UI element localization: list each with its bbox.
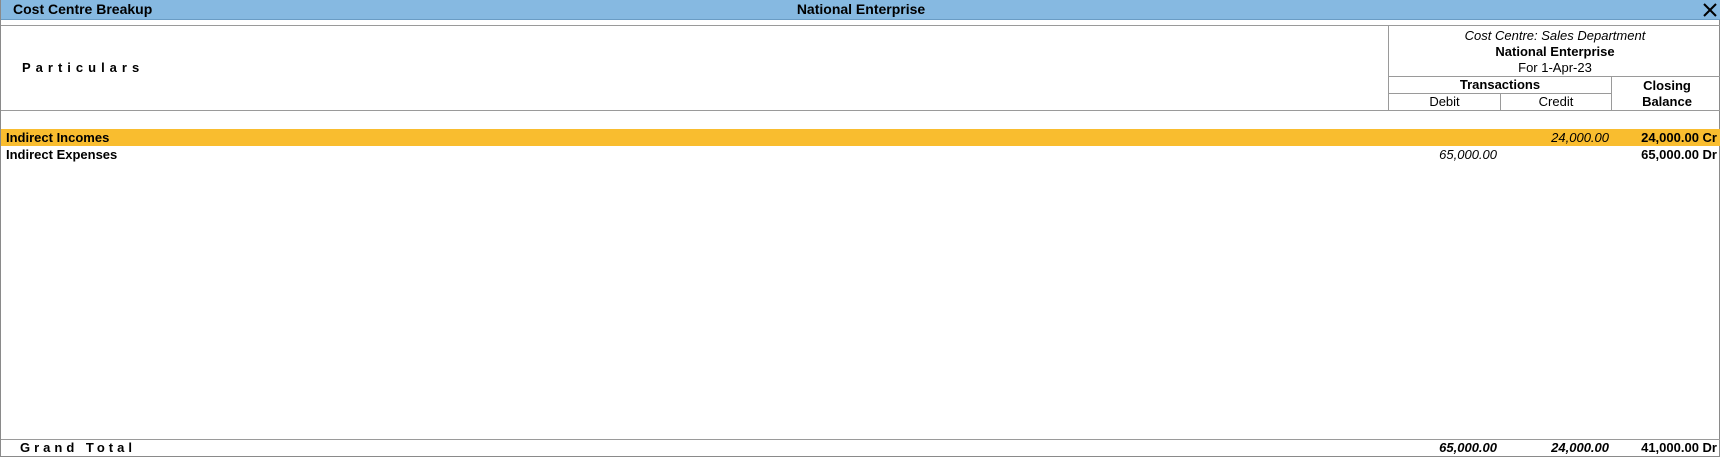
title-bar: Cost Centre Breakup National Enterprise [1,0,1720,20]
row-closing-balance: 65,000.00 Dr [1641,147,1717,162]
header-company-name: National Enterprise [1495,44,1615,59]
closing-balance-label-2: Balance [1642,94,1692,109]
grand-total-label: Grand Total [20,440,136,455]
report-header: Particulars Cost Centre: Sales Departmen… [1,26,1720,111]
row-particulars: Indirect Expenses [6,147,118,162]
transactions-heading: Transactions [1459,77,1541,92]
company-title: National Enterprise [796,1,926,17]
table-row[interactable]: Indirect Incomes 24,000.00 24,000.00 Cr [1,129,1720,146]
credit-column-header: Credit [1500,94,1611,111]
grand-total-row: Grand Total 65,000.00 24,000.00 41,000.0… [1,439,1720,456]
row-debit: 65,000.00 [1439,147,1497,162]
row-credit: 24,000.00 [1551,130,1609,145]
particulars-heading: Particulars [22,60,145,75]
column-header-block: Cost Centre: Sales Department National E… [1388,26,1720,111]
closing-balance-header: Closing Balance [1611,76,1720,111]
debit-column-header: Debit [1429,94,1460,109]
grand-total-closing: 41,000.00 Dr [1641,440,1717,455]
period-label: For 1-Apr-23 [1518,60,1592,75]
row-closing-balance: 24,000.00 Cr [1641,130,1717,145]
grand-total-debit: 65,000.00 [1439,440,1497,455]
cost-centre-breakup-window: Cost Centre Breakup National Enterprise … [0,0,1720,457]
close-icon[interactable] [1701,1,1719,19]
row-particulars: Indirect Incomes [6,130,110,145]
table-row[interactable]: Indirect Expenses 65,000.00 65,000.00 Dr [1,146,1720,163]
cost-centre-name: Cost Centre: Sales Department [1464,28,1646,43]
closing-balance-label-1: Closing [1643,78,1691,93]
grand-total-credit: 24,000.00 [1551,440,1609,455]
window-title: Cost Centre Breakup [13,1,153,17]
